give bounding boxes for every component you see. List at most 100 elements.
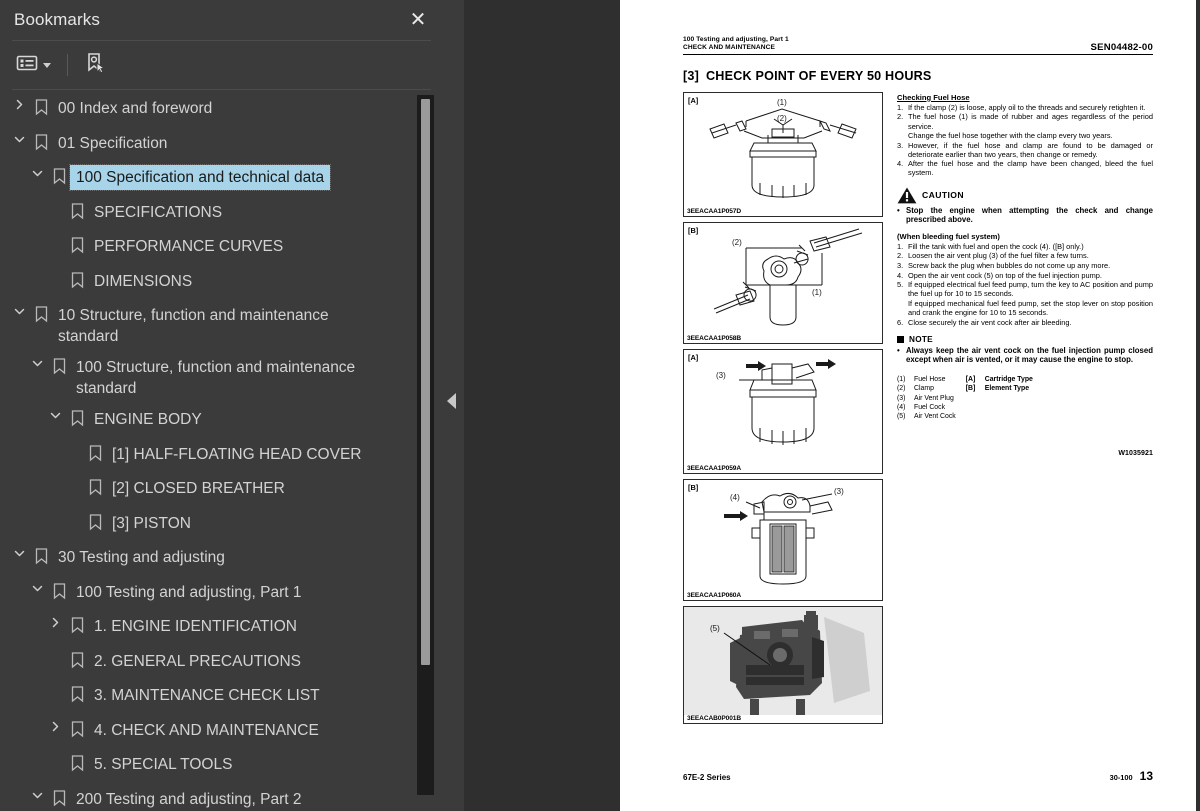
bookmark-tree-item[interactable]: 3. MAINTENANCE CHECK LIST	[0, 680, 443, 715]
bookmark-tree-item[interactable]: 1. ENGINE IDENTIFICATION	[0, 611, 443, 646]
page-columns: [A] (1) (2) 3EEACAA1P057D [B] (2) (1) 3E…	[683, 91, 1153, 729]
note-header: NOTE	[897, 335, 1153, 344]
bookmark-tree-item[interactable]: 10 Structure, function and maintenance s…	[0, 300, 443, 352]
fuel-hose-step-number: 2.	[897, 112, 904, 122]
legend-item-value: Cartridge Type	[984, 375, 1033, 383]
bookmark-tree-item[interactable]: [2] CLOSED BREATHER	[0, 473, 443, 508]
footer-right: 30-100 13	[1110, 769, 1153, 783]
page-header-doc-number: SEN04482-00	[1090, 41, 1153, 53]
chevron-right-icon[interactable]	[44, 718, 66, 733]
bookmark-tree-item[interactable]: DIMENSIONS	[0, 266, 443, 301]
legend-item-key: [A]	[965, 375, 976, 383]
bleed-step-item: 6. Close securely the air vent cock after…	[897, 318, 1153, 327]
figure-tag: [A]	[688, 352, 699, 362]
checking-fuel-hose-steps: 1. If the clamp (2) is loose, apply oil t…	[897, 103, 1153, 178]
list-options-icon	[16, 54, 38, 77]
bookmark-tree-item[interactable]: 100 Testing and adjusting, Part 1	[0, 577, 443, 612]
chevron-down-icon[interactable]	[26, 355, 48, 370]
bookmark-icon	[66, 614, 88, 634]
note-text: Always keep the air vent cock on the fue…	[906, 345, 1153, 365]
footer-page-number: 13	[1139, 769, 1153, 783]
page-header-chapter: 100 Testing and adjusting, Part 1	[683, 36, 789, 43]
engine-photo: (5)	[684, 606, 882, 715]
bookmark-item-label: [2] CLOSED BREATHER	[112, 480, 285, 497]
new-bookmark-button[interactable]	[80, 49, 112, 81]
fuel-hose-step-number: 4.	[897, 159, 904, 169]
bleed-step-number: 5.	[897, 280, 904, 290]
chevron-right-icon[interactable]	[8, 96, 30, 111]
bookmark-icon	[48, 787, 70, 807]
bookmark-tree-item[interactable]: SPECIFICATIONS	[0, 197, 443, 232]
bookmark-tree-item[interactable]: 5. SPECIAL TOOLS	[0, 749, 443, 784]
list-options-button[interactable]	[12, 49, 55, 81]
bookmark-tree-item[interactable]: 4. CHECK AND MAINTENANCE	[0, 715, 443, 750]
legend-item: (5) Air Vent Cock	[897, 412, 956, 421]
bullet-icon: •	[897, 205, 900, 215]
chevron-down-icon[interactable]	[26, 165, 48, 180]
panel-edge-strip	[443, 0, 464, 811]
chevron-down-icon[interactable]	[26, 787, 48, 802]
figure-tag: [B]	[688, 225, 699, 235]
bookmarks-scrollbar-thumb[interactable]	[421, 99, 430, 665]
bookmark-item-label: 5. SPECIAL TOOLS	[94, 756, 233, 773]
page-content: 100 Testing and adjusting, Part 1 CHECK …	[683, 0, 1153, 811]
tree-indent-spacer	[44, 200, 66, 202]
bookmark-item-label: 30 Testing and adjusting	[58, 549, 225, 566]
bleed-step-item: 1. Fill the tank with fuel and open the c…	[897, 242, 1153, 251]
bookmarks-tree: 00 Index and foreword 01 Specification 100…	[0, 89, 443, 811]
legend-item: (4) Fuel Cock	[897, 403, 956, 412]
figure-caption: 3EEACAA1P059A	[687, 464, 742, 472]
tree-indent-spacer	[44, 269, 66, 271]
bleed-step-text: If equipped electrical fuel feed pump, t…	[908, 280, 1153, 299]
cartridge-filter-hoses-drawing: (1) (2)	[709, 98, 857, 198]
bleed-step-number: 6.	[897, 317, 904, 327]
element-filter-hoses-drawing: (2) (1)	[713, 228, 863, 326]
legend-item: (1) Fuel Hose	[897, 375, 956, 384]
bookmark-item-label: [3] PISTON	[112, 514, 191, 532]
tree-indent-spacer	[44, 649, 66, 651]
fuel-hose-step-item: 3. However, if the fuel hose and clamp ar…	[897, 141, 1153, 159]
figures-column: [A] (1) (2) 3EEACAA1P057D [B] (2) (1) 3E…	[683, 91, 883, 729]
chevron-down-icon[interactable]	[44, 407, 66, 422]
bookmark-item-label: 200 Testing and adjusting, Part 2	[76, 790, 302, 808]
bookmark-icon	[48, 580, 70, 600]
bookmark-tree-item[interactable]: ENGINE BODY	[0, 404, 443, 439]
bookmark-tree-item[interactable]: 2. GENERAL PRECAUTIONS	[0, 646, 443, 681]
bookmark-tree-item[interactable]: [1] HALF-FLOATING HEAD COVER	[0, 439, 443, 474]
bookmarks-tree-scroll-area[interactable]: 00 Index and foreword 01 Specification 100…	[0, 89, 443, 811]
bookmark-tree-item[interactable]: [3] PISTON	[0, 508, 443, 543]
fuel-hose-step-item: Change the fuel hose together with the c…	[897, 131, 1153, 140]
figure-body: (5)	[684, 606, 882, 715]
chevron-right-icon[interactable]	[44, 614, 66, 629]
bookmark-item-label: 01 Specification	[58, 134, 168, 152]
chevron-down-icon[interactable]	[26, 580, 48, 595]
page-title: [3] CHECK POINT OF EVERY 50 HOURS	[683, 69, 1153, 83]
close-icon[interactable]: ✕	[405, 7, 431, 33]
collapse-panel-icon[interactable]	[447, 393, 456, 409]
chevron-down-icon[interactable]	[8, 545, 30, 560]
bleed-step-number: 4.	[897, 270, 904, 280]
legend-item: [B] Element Type	[966, 384, 1033, 393]
bookmark-tree-item[interactable]: 00 Index and foreword	[0, 93, 443, 128]
header-rule	[683, 53, 1153, 55]
viewer-gutter	[443, 0, 817, 811]
tree-indent-spacer	[44, 683, 66, 685]
figure-panel: (5) 3EEACAB0P001B	[683, 605, 883, 724]
legend-item-key: [B]	[965, 385, 976, 393]
bookmark-tree-item[interactable]: 01 Specification	[0, 128, 443, 163]
fuel-hose-step-item: 4. After the fuel hose and the clamp have…	[897, 159, 1153, 177]
legend-item-value: Fuel Cock	[914, 404, 946, 411]
bookmark-tree-item[interactable]: 30 Testing and adjusting	[0, 542, 443, 577]
bookmark-tree-item[interactable]: PERFORMANCE CURVES	[0, 231, 443, 266]
chevron-down-icon[interactable]	[8, 303, 30, 318]
bookmark-tree-item[interactable]: 100 Specification and technical data	[0, 162, 443, 197]
figure-caption: 3EEACAA1P057D	[687, 207, 742, 215]
document-page[interactable]: 100 Testing and adjusting, Part 1 CHECK …	[620, 0, 1200, 811]
fuel-hose-step-text: After the fuel hose and the clamp have b…	[908, 159, 1153, 178]
bleed-step-item: 5. If equipped electrical fuel feed pump,…	[897, 280, 1153, 298]
legend-item-value: Air Vent Cock	[914, 413, 956, 421]
legend-item-key: (5)	[897, 413, 906, 421]
bookmark-tree-item[interactable]: 200 Testing and adjusting, Part 2	[0, 784, 443, 811]
chevron-down-icon[interactable]	[8, 131, 30, 146]
bookmark-tree-item[interactable]: 100 Structure, function and maintenance …	[0, 352, 443, 404]
